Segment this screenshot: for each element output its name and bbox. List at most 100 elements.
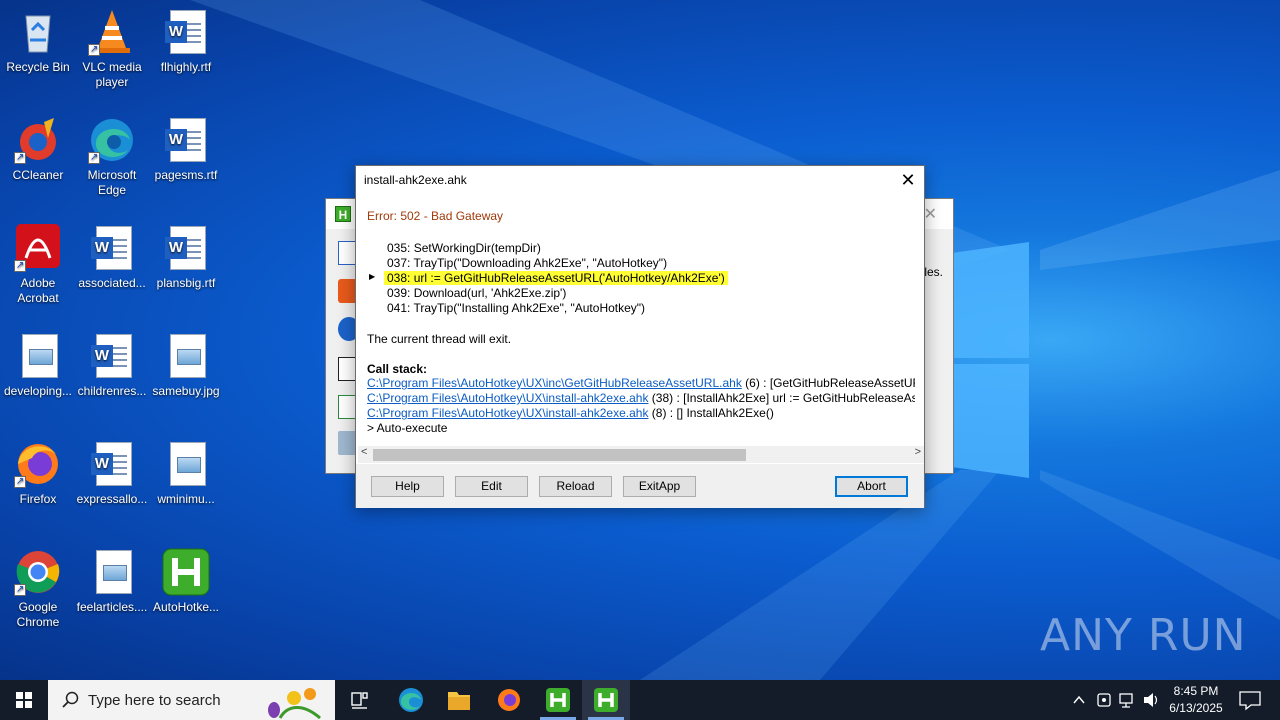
shortcut-arrow-icon xyxy=(14,474,26,489)
word-document-icon: W xyxy=(162,8,210,56)
word-document-icon: W xyxy=(88,440,136,488)
desktop-icon-wminimu[interactable]: wminimu... xyxy=(148,440,224,507)
windows-start-icon xyxy=(16,692,32,708)
acrobat-icon xyxy=(14,224,62,273)
edit-button[interactable]: Edit xyxy=(455,476,528,497)
scroll-right-icon[interactable]: > xyxy=(915,446,921,458)
horizontal-scrollbar[interactable]: < > xyxy=(358,446,924,463)
desktop-icon-vlc[interactable]: VLC media player xyxy=(74,8,150,90)
close-icon: ✕ xyxy=(900,170,916,190)
desktop-icon-label: associated... xyxy=(78,276,146,290)
scrollbar-thumb[interactable] xyxy=(373,449,746,461)
taskbar-file-explorer-button[interactable] xyxy=(435,680,483,720)
call-stack-file-link[interactable]: C:\Program Files\AutoHotkey\UX\install-a… xyxy=(367,391,648,405)
shortcut-arrow-icon xyxy=(88,150,100,165)
current-line-arrow-icon: ▶ xyxy=(369,272,376,281)
shortcut-arrow-icon xyxy=(14,258,26,273)
desktop-icon-google-chrome[interactable]: Google Chrome xyxy=(0,548,76,630)
desktop-icon-label: developing... xyxy=(3,384,73,398)
back-window-text-fragment: les. xyxy=(924,265,943,279)
word-document-icon: W xyxy=(162,116,210,164)
word-document-icon: W xyxy=(162,224,210,272)
call-stack-file-link[interactable]: C:\Program Files\AutoHotkey\UX\inc\GetGi… xyxy=(367,376,742,390)
code-line: 039: Download(url, 'Ahk2Exe.zip') xyxy=(387,286,567,300)
taskbar-autohotkey-dialog-button[interactable] xyxy=(582,680,630,720)
desktop-icon-label: Google Chrome xyxy=(16,600,60,629)
network-icon[interactable] xyxy=(1117,680,1137,720)
scroll-left-icon[interactable]: < xyxy=(361,446,367,458)
ccleaner-icon xyxy=(14,116,62,165)
search-placeholder: Type here to search xyxy=(88,692,221,709)
desktop-icon-developing[interactable]: developing... xyxy=(0,332,76,399)
desktop-icon-autohotkey[interactable]: AutoHotke... xyxy=(148,548,224,615)
code-line: 041: TrayTip("Installing Ahk2Exe", "Auto… xyxy=(387,301,646,315)
notification-icon[interactable] xyxy=(1232,680,1268,720)
volume-icon[interactable] xyxy=(1141,680,1161,720)
start-button[interactable] xyxy=(0,680,48,720)
anyrun-watermark: ANY RUN xyxy=(1040,610,1247,661)
back-window-close-icon[interactable]: ✕ xyxy=(924,204,937,224)
image-file-icon xyxy=(162,440,210,488)
desktop-icon-recycle-bin[interactable]: Recycle Bin xyxy=(0,8,76,75)
desktop-icon-associated[interactable]: W associated... xyxy=(74,224,150,291)
desktop-icon-ccleaner[interactable]: CCleaner xyxy=(0,116,76,183)
vlc-cone-icon xyxy=(88,8,136,57)
desktop-icon-label: pagesms.rtf xyxy=(154,168,218,182)
taskbar-search-box[interactable]: Type here to search xyxy=(48,680,335,720)
autohotkey-icon xyxy=(162,548,210,596)
desktop-icon-label: flhighly.rtf xyxy=(160,60,212,74)
desktop-icon-pagesms[interactable]: W pagesms.rtf xyxy=(148,116,224,183)
chrome-icon xyxy=(14,548,62,597)
desktop-icon-label: VLC media player xyxy=(82,60,142,89)
reload-button[interactable]: Reload xyxy=(539,476,612,497)
desktop-icon-label: samebuy.jpg xyxy=(152,384,220,398)
error-dialog[interactable]: install-ahk2exe.ahk ✕ Error: 502 - Bad G… xyxy=(355,165,925,508)
security-icon[interactable] xyxy=(1094,680,1114,720)
folder-icon xyxy=(448,692,470,710)
call-stack-detail: (38) : [InstallAhk2Exe] url := GetGitHub… xyxy=(648,391,915,405)
desktop-icon-feelarticles[interactable]: feelarticles.... xyxy=(74,548,150,615)
desktop-icon-label: wminimu... xyxy=(157,492,215,506)
call-stack-file-link[interactable]: C:\Program Files\AutoHotkey\UX\install-a… xyxy=(367,406,648,420)
abort-button[interactable]: Abort xyxy=(835,476,908,497)
exit-message: The current thread will exit. xyxy=(367,332,512,346)
call-stack-row: C:\Program Files\AutoHotkey\UX\install-a… xyxy=(367,406,915,420)
show-hidden-icons-chevron-icon[interactable] xyxy=(1071,680,1087,720)
shortcut-arrow-icon xyxy=(88,42,100,57)
word-document-icon: W xyxy=(88,332,136,380)
autohotkey-icon xyxy=(546,688,570,712)
windows-logo-wallpaper xyxy=(945,242,1029,478)
desktop-icon-expressallo[interactable]: W expressallo... xyxy=(74,440,150,507)
desktop-icon-firefox[interactable]: Firefox xyxy=(0,440,76,507)
desktop-icon-microsoft-edge[interactable]: Microsoft Edge xyxy=(74,116,150,198)
auto-execute-line: > Auto-execute xyxy=(367,421,448,435)
taskbar-edge-button[interactable] xyxy=(387,680,435,720)
task-view-button[interactable] xyxy=(335,680,383,720)
taskbar-clock[interactable]: 8:45 PM 6/13/2025 xyxy=(1163,683,1229,717)
firefox-icon xyxy=(14,440,62,489)
taskbar-autohotkey-button[interactable] xyxy=(534,680,582,720)
desktop-icon-childrenres[interactable]: W childrenres... xyxy=(74,332,150,399)
desktop-icon-flhighly[interactable]: W flhighly.rtf xyxy=(148,8,224,75)
desktop-icon-plansbig[interactable]: W plansbig.rtf xyxy=(148,224,224,291)
help-button[interactable]: Help xyxy=(371,476,444,497)
desktop-icon-label: feelarticles.... xyxy=(76,600,148,614)
code-line: 035: SetWorkingDir(tempDir) xyxy=(387,241,541,255)
desktop-icon-label: childrenres... xyxy=(77,384,147,398)
search-highlight-flowers-icon xyxy=(268,688,321,720)
desktop-icon-label: Recycle Bin xyxy=(6,60,70,74)
task-view-icon xyxy=(351,692,368,709)
code-line-highlighted: 038: url := GetGitHubReleaseAssetURL('Au… xyxy=(384,271,728,285)
desktop-icon-label: Firefox xyxy=(19,492,57,506)
word-document-icon: W xyxy=(88,224,136,272)
desktop-icon-label: CCleaner xyxy=(12,168,64,182)
close-button[interactable]: ✕ xyxy=(892,166,924,194)
taskbar-firefox-button[interactable] xyxy=(485,680,533,720)
code-line: 037: TrayTip("Downloading Ahk2Exe", "Aut… xyxy=(387,256,668,270)
exitapp-button[interactable]: ExitApp xyxy=(623,476,696,497)
desktop-icon-label: plansbig.rtf xyxy=(156,276,216,290)
desktop-icon-samebuy[interactable]: samebuy.jpg xyxy=(148,332,224,399)
desktop-icon-adobe-acrobat[interactable]: Adobe Acrobat xyxy=(0,224,76,306)
image-file-icon xyxy=(162,332,210,380)
clock-time: 8:45 PM xyxy=(1173,684,1219,698)
